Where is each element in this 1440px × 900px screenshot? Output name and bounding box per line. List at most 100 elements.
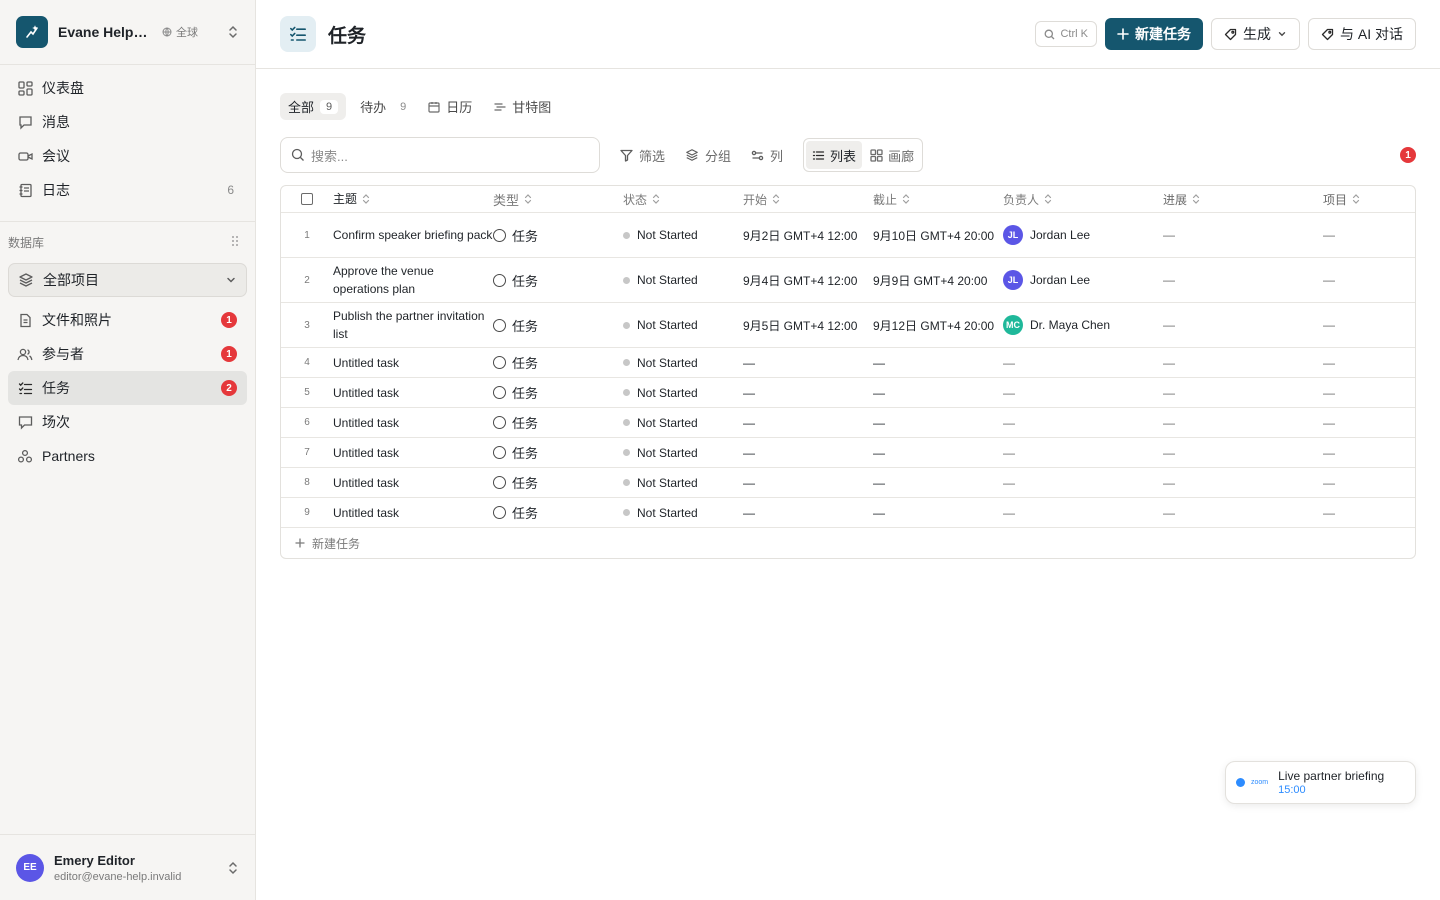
task-due[interactable]: — (873, 386, 1003, 400)
task-status[interactable]: Not Started (623, 318, 743, 332)
column-header-status[interactable]: 状态 (623, 191, 743, 208)
list-view-button[interactable]: 列表 (806, 141, 863, 169)
task-start[interactable]: — (743, 356, 873, 370)
task-start[interactable]: — (743, 446, 873, 460)
task-type[interactable]: 任务 (493, 353, 623, 372)
table-row[interactable]: 3 Publish the partner invitation list 任务 No… (281, 303, 1415, 348)
notification-badge[interactable]: 1 (1400, 147, 1416, 163)
task-start[interactable]: — (743, 506, 873, 520)
task-owner[interactable]: — (1003, 356, 1163, 370)
task-subject[interactable]: Untitled task (333, 504, 493, 522)
task-progress[interactable]: — (1163, 446, 1323, 460)
command-search-button[interactable]: Ctrl K (1035, 21, 1097, 47)
ai-chat-button[interactable]: 与 AI 对话 (1307, 18, 1416, 50)
task-subject[interactable]: Untitled task (333, 354, 493, 372)
task-owner[interactable]: — (1003, 446, 1163, 460)
task-start[interactable]: 9月2日 GMT+4 12:00 (743, 227, 873, 244)
table-row[interactable]: 9 Untitled task 任务 Not Started — — — — — (281, 498, 1415, 528)
task-subject[interactable]: Untitled task (333, 474, 493, 492)
region-badge[interactable]: 全球 (162, 24, 198, 40)
task-due[interactable]: 9月9日 GMT+4 20:00 (873, 272, 1003, 289)
table-row[interactable]: 4 Untitled task 任务 Not Started — — — — — (281, 348, 1415, 378)
sidebar-item-tasks[interactable]: 任务 2 (8, 371, 247, 405)
tab-todo[interactable]: 待办 9 (352, 93, 414, 120)
task-status[interactable]: Not Started (623, 446, 743, 460)
task-start[interactable]: — (743, 476, 873, 490)
columns-button[interactable]: 列 (751, 146, 783, 165)
task-due[interactable]: — (873, 446, 1003, 460)
filter-button[interactable]: 筛选 (620, 146, 665, 165)
workspace-switcher[interactable]: Evane Help Center 全球 (0, 0, 255, 65)
nav-item-messages[interactable]: 消息 (8, 105, 247, 139)
task-project[interactable]: — (1323, 506, 1415, 520)
sidebar-item-sessions[interactable]: 场次 (8, 405, 247, 439)
column-header-project[interactable]: 项目 (1323, 191, 1415, 208)
task-type[interactable]: 任务 (493, 503, 623, 522)
generate-button[interactable]: 生成 (1210, 18, 1300, 50)
task-start[interactable]: — (743, 416, 873, 430)
task-subject[interactable]: Confirm speaker briefing pack (333, 226, 493, 244)
nav-item-log[interactable]: 日志 6 (8, 173, 247, 207)
drag-handle-icon[interactable] (231, 235, 239, 250)
add-task-row-button[interactable]: 新建任务 (281, 528, 1415, 558)
project-select[interactable]: 全部项目 (8, 263, 247, 297)
task-owner[interactable]: — (1003, 506, 1163, 520)
task-project[interactable]: — (1323, 476, 1415, 490)
table-row[interactable]: 8 Untitled task 任务 Not Started — — — — — (281, 468, 1415, 498)
task-subject[interactable]: Approve the venue operations plan (333, 262, 493, 298)
task-progress[interactable]: — (1163, 318, 1323, 332)
task-project[interactable]: — (1323, 356, 1415, 370)
task-due[interactable]: 9月12日 GMT+4 20:00 (873, 317, 1003, 334)
task-project[interactable]: — (1323, 416, 1415, 430)
search-input[interactable]: 搜索... (280, 137, 600, 173)
task-project[interactable]: — (1323, 273, 1415, 287)
sidebar-item-partners[interactable]: Partners (8, 439, 247, 473)
task-type[interactable]: 任务 (493, 226, 623, 245)
task-progress[interactable]: — (1163, 506, 1323, 520)
task-owner[interactable]: — (1003, 416, 1163, 430)
task-progress[interactable]: — (1163, 386, 1323, 400)
table-row[interactable]: 2 Approve the venue operations plan 任务 Not … (281, 258, 1415, 303)
table-row[interactable]: 1 Confirm speaker briefing pack 任务 Not Star… (281, 213, 1415, 258)
task-owner[interactable]: JL Jordan Lee (1003, 225, 1163, 245)
task-status[interactable]: Not Started (623, 228, 743, 242)
column-header-progress[interactable]: 进展 (1163, 191, 1323, 208)
tab-all[interactable]: 全部 9 (280, 93, 347, 120)
chevron-updown-icon[interactable] (227, 860, 239, 876)
task-type[interactable]: 任务 (493, 443, 623, 462)
task-subject[interactable]: Untitled task (333, 384, 493, 402)
task-due[interactable]: — (873, 356, 1003, 370)
task-project[interactable]: — (1323, 228, 1415, 242)
task-progress[interactable]: — (1163, 356, 1323, 370)
task-progress[interactable]: — (1163, 416, 1323, 430)
task-due[interactable]: — (873, 476, 1003, 490)
task-status[interactable]: Not Started (623, 386, 743, 400)
group-button[interactable]: 分组 (685, 146, 731, 165)
column-header-type[interactable]: 类型 (493, 190, 623, 209)
task-project[interactable]: — (1323, 318, 1415, 332)
task-start[interactable]: 9月5日 GMT+4 12:00 (743, 317, 873, 334)
table-row[interactable]: 6 Untitled task 任务 Not Started — — — — — (281, 408, 1415, 438)
sidebar-item-participants[interactable]: 参与者 1 (8, 337, 247, 371)
chevron-updown-icon[interactable] (227, 24, 239, 40)
table-row[interactable]: 7 Untitled task 任务 Not Started — — — — — (281, 438, 1415, 468)
task-project[interactable]: — (1323, 446, 1415, 460)
task-owner[interactable]: JL Jordan Lee (1003, 270, 1163, 290)
tab-gantt[interactable]: 甘特图 (486, 93, 559, 120)
task-type[interactable]: 任务 (493, 413, 623, 432)
task-status[interactable]: Not Started (623, 476, 743, 490)
task-start[interactable]: 9月4日 GMT+4 12:00 (743, 272, 873, 289)
task-subject[interactable]: Untitled task (333, 414, 493, 432)
task-due[interactable]: — (873, 506, 1003, 520)
task-start[interactable]: — (743, 386, 873, 400)
task-owner[interactable]: MC Dr. Maya Chen (1003, 315, 1163, 335)
task-progress[interactable]: — (1163, 273, 1323, 287)
task-owner[interactable]: — (1003, 386, 1163, 400)
task-project[interactable]: — (1323, 386, 1415, 400)
user-menu[interactable]: EE Emery Editor editor@evane-help.invali… (0, 834, 255, 900)
nav-item-meetings[interactable]: 会议 (8, 139, 247, 173)
column-header-start[interactable]: 开始 (743, 191, 873, 208)
column-header-subject[interactable]: 主题 (333, 190, 493, 208)
task-progress[interactable]: — (1163, 476, 1323, 490)
column-header-owner[interactable]: 负责人 (1003, 191, 1163, 208)
